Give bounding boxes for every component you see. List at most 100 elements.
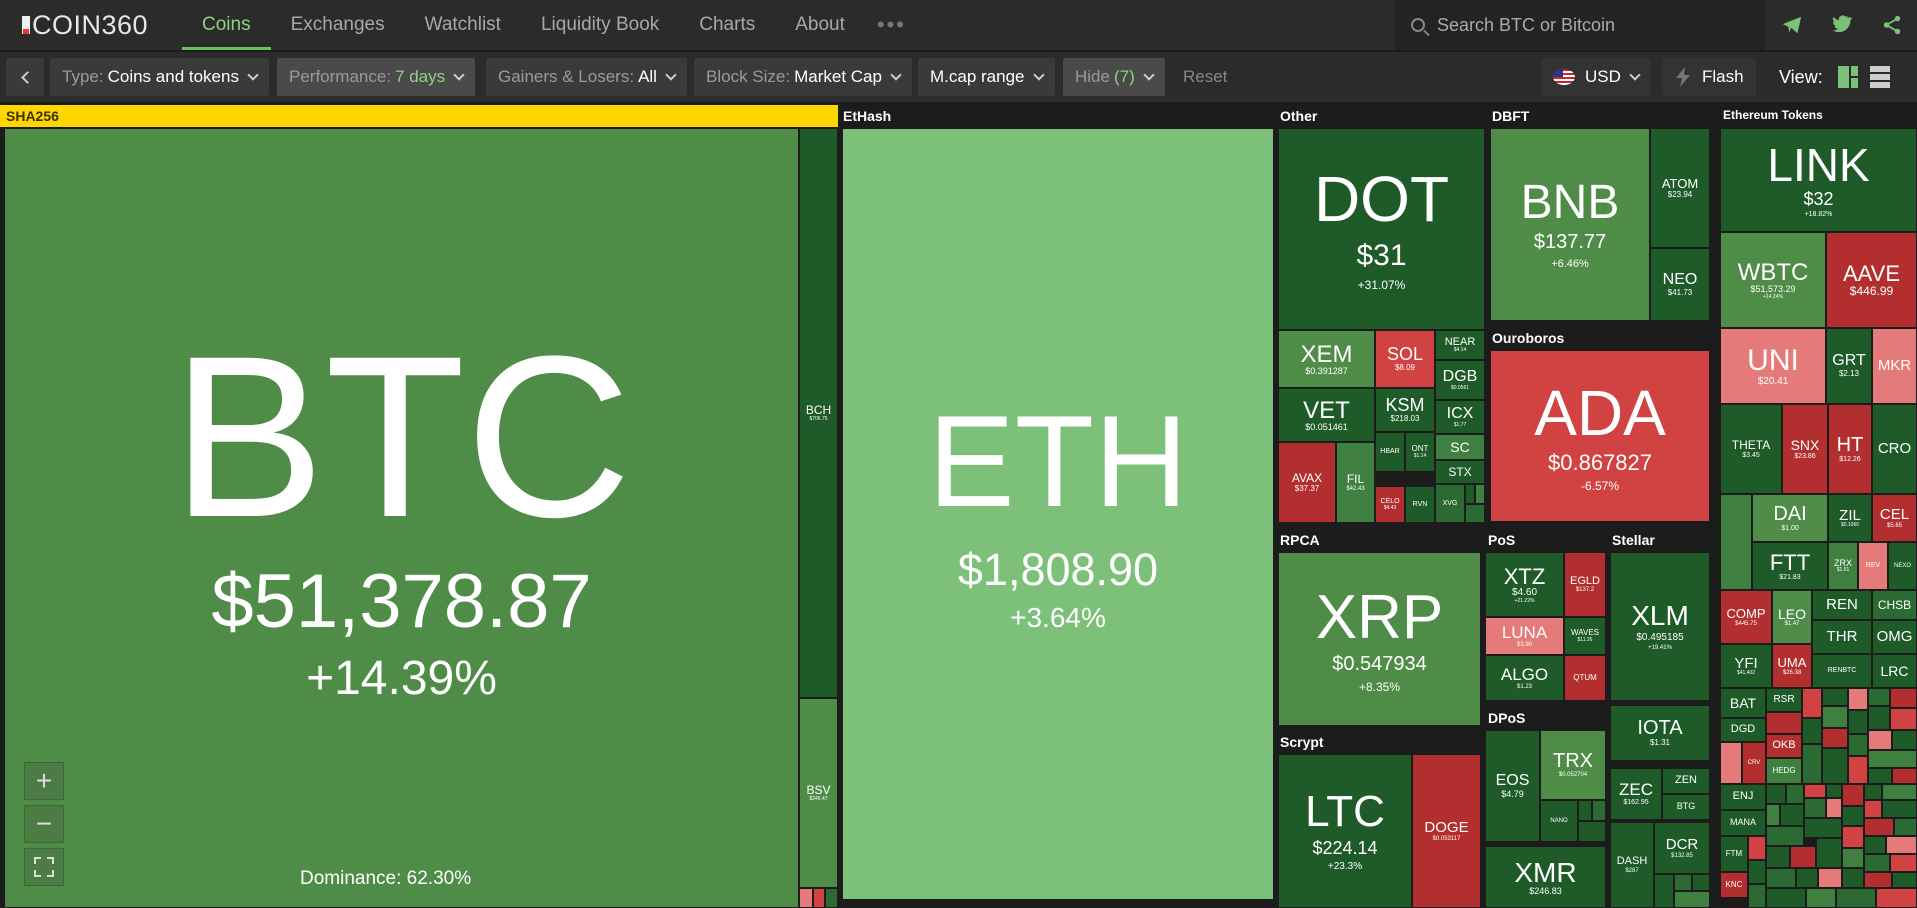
coin-tile-iota[interactable]: IOTA $1.31 bbox=[1610, 705, 1710, 761]
gainers-losers-filter[interactable]: Gainers & Losers: All bbox=[486, 58, 687, 96]
zoom-in-button[interactable]: + bbox=[24, 762, 64, 800]
type-filter[interactable]: Type: Coins and tokens bbox=[50, 58, 269, 96]
coin-tile-uni[interactable]: UNI $20.41 bbox=[1720, 328, 1826, 404]
coin-tile-rev[interactable]: REV bbox=[1858, 542, 1888, 590]
coin-tile-near[interactable]: NEAR $4.14 bbox=[1435, 330, 1485, 360]
coin-tile-sol[interactable]: SOL $8.09 bbox=[1375, 330, 1435, 388]
coin-tile-mana[interactable]: MANA bbox=[1720, 810, 1766, 836]
coin-tile-vet[interactable]: VET $0.051461 bbox=[1278, 388, 1375, 442]
zoom-out-button[interactable]: − bbox=[24, 805, 64, 843]
nav-more-icon[interactable]: ••• bbox=[877, 12, 906, 38]
coin-tile-chsb[interactable]: CHSB bbox=[1872, 590, 1917, 620]
coin-tile-omg[interactable]: OMG bbox=[1872, 620, 1917, 654]
coin-tile-snx[interactable]: SNX $23.86 bbox=[1782, 404, 1828, 494]
nav-tab-watchlist[interactable]: Watchlist bbox=[405, 0, 521, 50]
telegram-button[interactable] bbox=[1767, 0, 1817, 50]
coin-tile-atom[interactable]: ATOM $23.94 bbox=[1650, 128, 1710, 248]
fullscreen-button[interactable] bbox=[24, 848, 64, 886]
coin-tile-xem[interactable]: XEM $0.391287 bbox=[1278, 330, 1375, 388]
coin-tile-okb[interactable]: OKB bbox=[1766, 734, 1802, 758]
coin-tile-bsv[interactable]: BSV $246.47 bbox=[799, 698, 838, 888]
currency-select[interactable]: USD bbox=[1541, 58, 1651, 96]
coin-tile-zil[interactable]: ZIL $0.1066 bbox=[1828, 494, 1872, 542]
coin-tile-knc[interactable]: KNC bbox=[1720, 872, 1748, 898]
small-coins-mosaic[interactable] bbox=[1578, 800, 1606, 842]
coin-tile-cel[interactable]: CEL $5.65 bbox=[1872, 494, 1917, 542]
small-tokens-mosaic[interactable] bbox=[1802, 688, 1917, 784]
coin-tile-celo[interactable]: CELO $4.43 bbox=[1375, 486, 1405, 523]
hide-filter[interactable]: Hide (7) bbox=[1063, 58, 1165, 96]
coin-tile-enj[interactable]: ENJ bbox=[1720, 784, 1766, 810]
mcap-range-filter[interactable]: M.cap range bbox=[918, 58, 1055, 96]
coin-tile-xlm[interactable]: XLM $0.495185 +19.41% bbox=[1610, 552, 1710, 701]
reset-button[interactable]: Reset bbox=[1183, 58, 1227, 96]
coin-tile-cro[interactable]: CRO bbox=[1872, 404, 1917, 494]
small-coins-mosaic[interactable] bbox=[799, 888, 838, 908]
coin-tile-eth[interactable]: ETH $1,808.90 +3.64% bbox=[842, 128, 1274, 900]
coin-tile-dgb[interactable]: DGB $0.0561 bbox=[1435, 360, 1485, 400]
coin-tile-uma[interactable]: UMA $26.38 bbox=[1772, 644, 1812, 688]
coin-tile-aave[interactable]: AAVE $446.99 bbox=[1826, 232, 1917, 328]
coin-tile-dcr[interactable]: DCR $132.85 bbox=[1654, 822, 1710, 874]
coin-tile-zen[interactable]: ZEN bbox=[1662, 768, 1710, 794]
coin-tile-eos[interactable]: EOS $4.79 bbox=[1485, 730, 1540, 842]
coin-tile-fil[interactable]: FIL $42.43 bbox=[1336, 442, 1375, 523]
coin-tile-dot[interactable]: DOT $31 +31.07% bbox=[1278, 128, 1485, 330]
coin-tile-small-token[interactable] bbox=[1766, 712, 1802, 734]
coin-tile-mkr[interactable]: MKR bbox=[1872, 328, 1917, 404]
coin-tile-dash[interactable]: DASH $287 bbox=[1610, 822, 1654, 908]
coin-tile-hbar[interactable]: HBAR bbox=[1375, 432, 1405, 472]
coin360-logo[interactable]: COIN360 bbox=[22, 10, 182, 41]
small-coins-mosaic[interactable] bbox=[1465, 484, 1485, 523]
coin-tile-dgd[interactable]: DGD bbox=[1720, 718, 1766, 742]
coin-tile-dai[interactable]: DAI $1.00 bbox=[1752, 494, 1828, 542]
twitter-button[interactable] bbox=[1817, 0, 1867, 50]
coin-tile-leo[interactable]: LEO $1.47 bbox=[1772, 590, 1812, 644]
coin-tile-bnb[interactable]: BNB $137.77 +6.46% bbox=[1490, 128, 1650, 321]
coin-tile-algo[interactable]: ALGO $1.23 bbox=[1485, 655, 1564, 701]
coin-tile-lrc[interactable]: LRC bbox=[1872, 654, 1917, 688]
coin-tile-xrp[interactable]: XRP $0.547934 +8.35% bbox=[1278, 552, 1481, 726]
coin-tile-btc[interactable]: BTC $51,378.87 +14.39% bbox=[4, 128, 799, 908]
coin-tile-hedg[interactable]: HEDG bbox=[1766, 758, 1802, 784]
coin-tile-zec[interactable]: ZEC $162.95 bbox=[1610, 768, 1662, 820]
nav-tab-exchanges[interactable]: Exchanges bbox=[271, 0, 405, 50]
share-button[interactable] bbox=[1867, 0, 1917, 50]
coin-tile-ht[interactable]: HT $12.26 bbox=[1828, 404, 1872, 494]
search-input[interactable] bbox=[1435, 13, 1749, 37]
coin-tile-ada[interactable]: ADA $0.867827 -6.57% bbox=[1490, 350, 1710, 522]
coin-tile-icx[interactable]: ICX $1.77 bbox=[1435, 400, 1485, 434]
coin-tile-ksm[interactable]: KSM $218.03 bbox=[1375, 388, 1435, 432]
coin-tile-theta[interactable]: THETA $3.45 bbox=[1720, 404, 1782, 494]
coin-tile-xtz[interactable]: XTZ $4.60 +21.22% bbox=[1485, 552, 1564, 617]
coin-tile-small-token[interactable] bbox=[1720, 742, 1742, 784]
coin-tile-xvg[interactable]: XVG bbox=[1435, 484, 1465, 523]
coin-tile-wbtc[interactable]: WBTC $51,573.29 +14.24% bbox=[1720, 232, 1826, 328]
coin-tile-renbtc[interactable]: RENBTC bbox=[1812, 654, 1872, 688]
coin-tile-small-token[interactable] bbox=[1720, 494, 1752, 590]
nav-tab-liquidity-book[interactable]: Liquidity Book bbox=[521, 0, 679, 50]
coin-tile-rsr[interactable]: RSR bbox=[1766, 688, 1802, 712]
coin-tile-qtum[interactable]: QTUM bbox=[1564, 655, 1606, 701]
coin-tile-yfi[interactable]: YFI $41,402 bbox=[1720, 644, 1772, 688]
back-button[interactable] bbox=[6, 58, 44, 96]
coin-tile-trx[interactable]: TRX $0.052704 bbox=[1540, 730, 1606, 800]
coin-tile-btg[interactable]: BTG bbox=[1662, 794, 1710, 820]
coin-tile-ftm[interactable]: FTM bbox=[1720, 836, 1748, 872]
treemap-view-icon[interactable] bbox=[1838, 66, 1858, 88]
nav-tab-charts[interactable]: Charts bbox=[679, 0, 775, 50]
coin-tile-egld[interactable]: EGLD $137.2 bbox=[1564, 552, 1606, 617]
flash-button[interactable]: Flash bbox=[1662, 58, 1756, 96]
coin-tile-luna[interactable]: LUNA $3.90 bbox=[1485, 617, 1564, 655]
coin-tile-waves[interactable]: WAVES $11.26 bbox=[1564, 617, 1606, 655]
coin-tile-grt[interactable]: GRT $2.13 bbox=[1826, 328, 1872, 404]
coin-tile-thr[interactable]: THR bbox=[1812, 620, 1872, 654]
coin-tile-nano[interactable]: NANO bbox=[1540, 800, 1578, 842]
small-coins-mosaic[interactable] bbox=[1654, 874, 1710, 908]
coin-tile-crv[interactable]: CRV bbox=[1742, 742, 1766, 784]
coin-tile-avax[interactable]: AVAX $37.37 bbox=[1278, 442, 1336, 523]
search-box[interactable] bbox=[1395, 0, 1765, 50]
grid-view-icon[interactable] bbox=[1870, 66, 1890, 88]
coin-tile-neo[interactable]: NEO $41.73 bbox=[1650, 248, 1710, 321]
coin-tile-ltc[interactable]: LTC $224.14 +23.3% bbox=[1278, 754, 1412, 908]
